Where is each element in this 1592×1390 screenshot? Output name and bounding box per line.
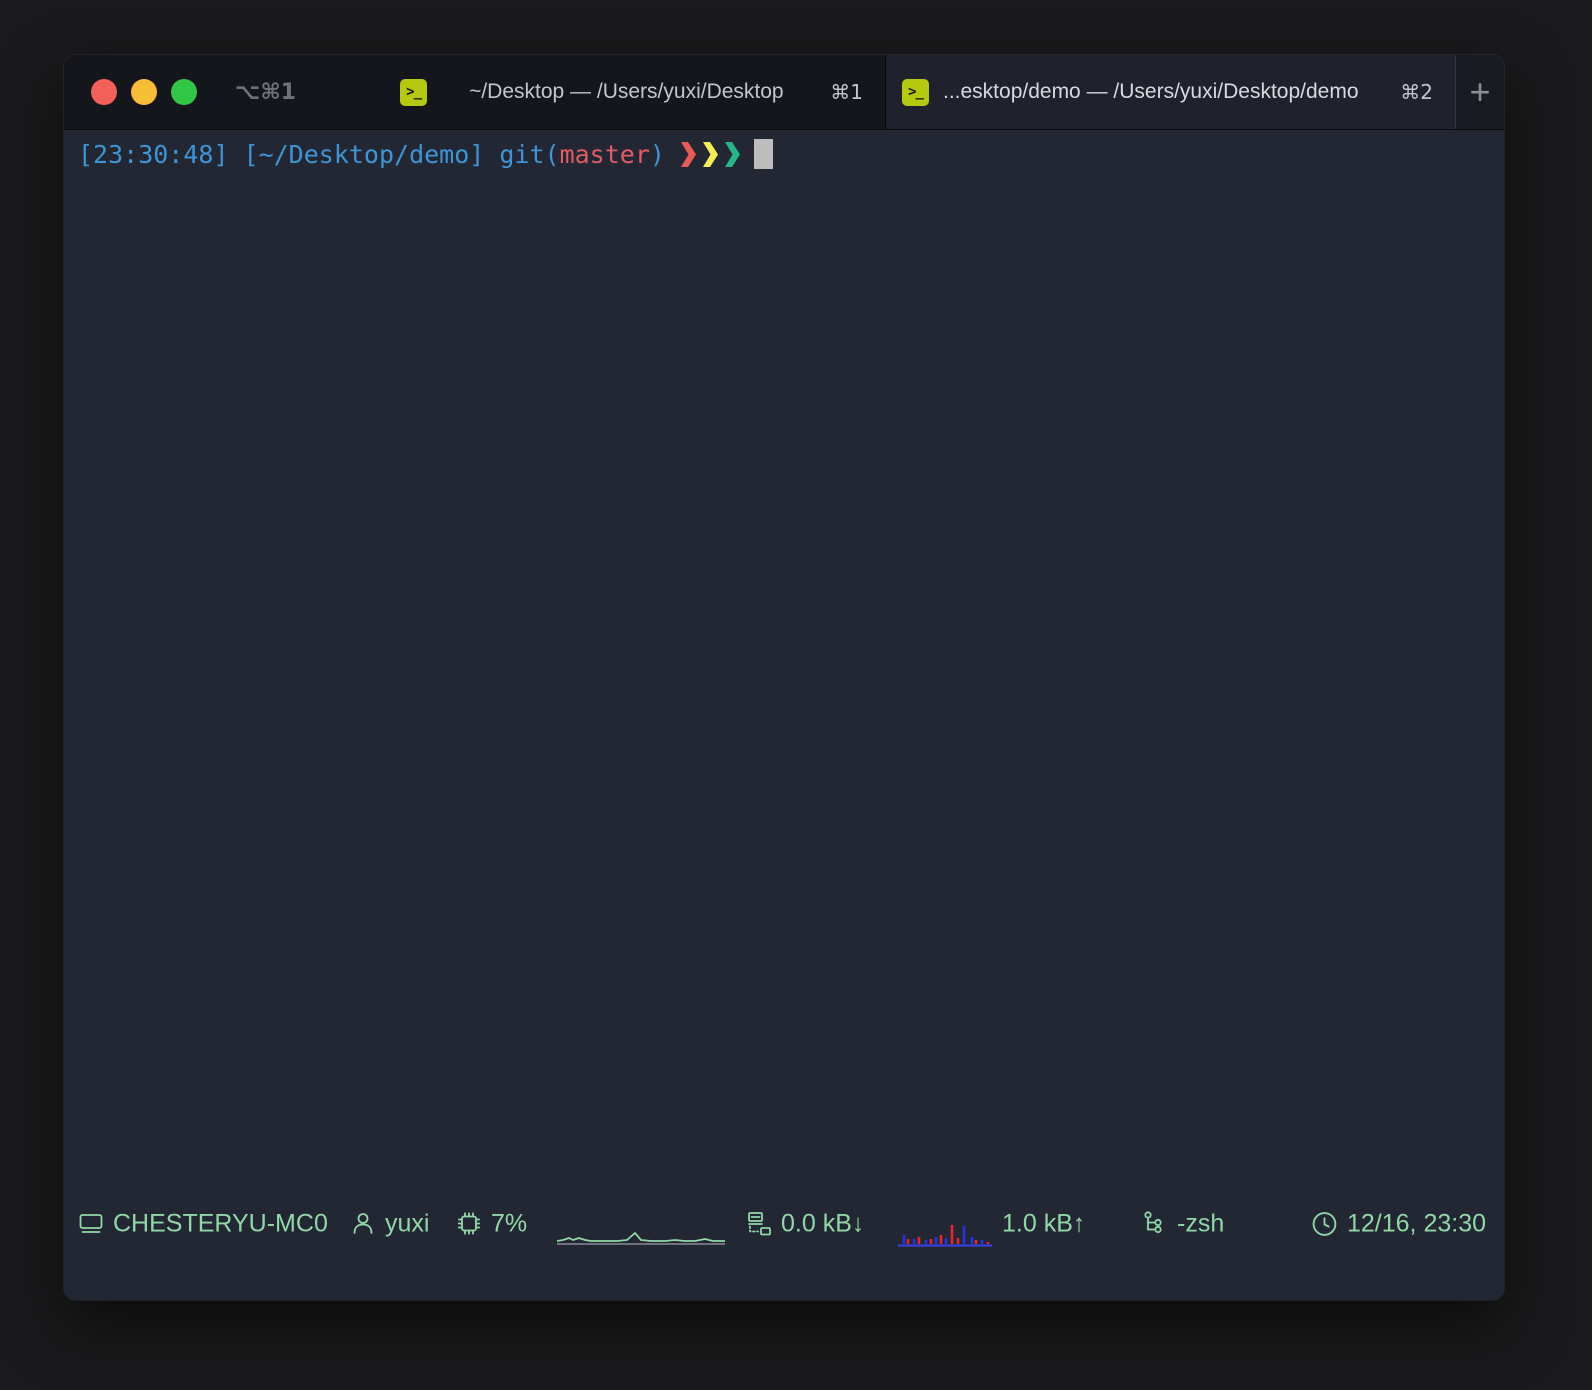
shell-label: -zsh bbox=[1177, 1209, 1224, 1238]
prompt-git-suffix: ) bbox=[650, 140, 665, 169]
monitor-icon bbox=[78, 1211, 104, 1237]
prompt-git-prefix: git( bbox=[499, 140, 559, 169]
zoom-button[interactable] bbox=[171, 79, 197, 105]
terminal-screen[interactable]: [23:30:48] [~/Desktop/demo] git( master … bbox=[64, 130, 1504, 1249]
tab-title: ...esktop/demo — /Users/yuxi/Desktop/dem… bbox=[943, 80, 1359, 104]
tab-shortcut-label: ⌘2 bbox=[1400, 80, 1433, 104]
tab-desktop[interactable]: ⌥⌘1 >_ ~/Desktop — /Users/yuxi/Desktop ⌘… bbox=[64, 55, 886, 129]
traffic-lights bbox=[91, 79, 197, 105]
cpu-cell: 7% bbox=[456, 1209, 527, 1238]
prompt-timestamp: [23:30:48] bbox=[78, 140, 229, 169]
clock-icon bbox=[1311, 1210, 1338, 1237]
hostname-label: CHESTERYU-MC0 bbox=[113, 1209, 328, 1238]
cpu-chip-icon bbox=[456, 1211, 482, 1237]
username-label: yuxi bbox=[385, 1209, 429, 1238]
plus-icon: + bbox=[1469, 74, 1490, 110]
network-down-cell: 0.0 kB↓ bbox=[746, 1209, 864, 1238]
net-up-label: 1.0 kB↑ bbox=[1002, 1209, 1085, 1238]
status-bar: CHESTERYU-MC0 yuxi 7% bbox=[64, 1198, 1504, 1249]
prompt-cwd: [~/Desktop/demo] bbox=[244, 140, 485, 169]
tab-shortcut-label: ⌘1 bbox=[830, 80, 863, 104]
chevron-red-icon bbox=[680, 141, 697, 168]
network-icon bbox=[746, 1211, 772, 1237]
network-traffic-graph bbox=[898, 1213, 992, 1247]
user-cell: yuxi bbox=[350, 1209, 429, 1238]
window-shortcut-label: ⌥⌘1 bbox=[235, 80, 296, 105]
chevron-green-icon bbox=[724, 141, 741, 168]
prompt-arrows bbox=[680, 141, 741, 168]
tab-title: ~/Desktop — /Users/yuxi/Desktop bbox=[469, 80, 784, 104]
prompt-line: [23:30:48] [~/Desktop/demo] git( master … bbox=[78, 139, 773, 169]
network-up-cell: 1.0 kB↑ bbox=[1002, 1209, 1085, 1238]
net-down-label: 0.0 kB↓ bbox=[781, 1209, 864, 1238]
terminal-badge-icon: >_ bbox=[400, 79, 427, 106]
tab-demo[interactable]: >_ ...esktop/demo — /Users/yuxi/Desktop/… bbox=[886, 55, 1455, 129]
shell-cell: -zsh bbox=[1142, 1209, 1224, 1238]
clock-cell: 12/16, 23:30 bbox=[1311, 1209, 1486, 1238]
minimize-button[interactable] bbox=[131, 79, 157, 105]
user-icon bbox=[350, 1211, 376, 1237]
new-tab-button[interactable]: + bbox=[1455, 55, 1504, 129]
tab-bar: ⌥⌘1 >_ ~/Desktop — /Users/yuxi/Desktop ⌘… bbox=[64, 55, 1504, 130]
close-button[interactable] bbox=[91, 79, 117, 105]
cpu-percent-label: 7% bbox=[491, 1209, 527, 1238]
terminal-cursor bbox=[754, 139, 773, 169]
datetime-label: 12/16, 23:30 bbox=[1347, 1209, 1486, 1238]
cpu-usage-graph bbox=[557, 1213, 725, 1247]
prompt-git-branch: master bbox=[560, 140, 650, 169]
terminal-badge-icon: >_ bbox=[902, 79, 929, 106]
terminal-window: ⌥⌘1 >_ ~/Desktop — /Users/yuxi/Desktop ⌘… bbox=[64, 55, 1504, 1300]
hostname-cell: CHESTERYU-MC0 bbox=[78, 1209, 328, 1238]
chevron-yellow-icon bbox=[702, 141, 719, 168]
process-tree-icon bbox=[1142, 1211, 1168, 1237]
